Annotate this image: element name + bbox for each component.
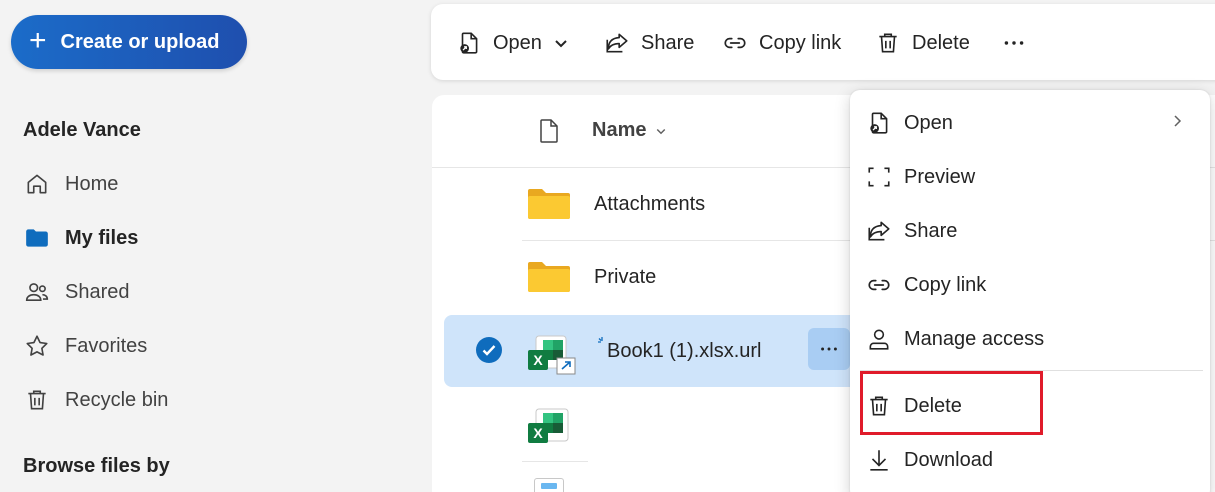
file-name[interactable]: Private [594,266,656,289]
file-name[interactable]: Book1 (1).xlsx.url [607,340,762,363]
delete-highlight-box [860,371,1043,435]
more-icon [821,347,837,351]
browse-files-by-heading: Browse files by [23,455,170,477]
nav-item-label: Recycle bin [65,388,169,411]
menu-item-label: Manage access [904,327,1045,350]
people-icon [22,277,52,307]
menu-item-manage-access[interactable]: Manage access [864,319,1204,359]
nav-item-label: Favorites [65,334,148,357]
checkmark-icon[interactable] [476,337,502,363]
toolbar-open-label: Open [493,31,542,54]
file-name[interactable]: Attachments [594,193,705,216]
user-name: Adele Vance [23,119,141,141]
create-or-upload-label: Create or upload [60,30,220,53]
folder-icon [527,188,571,220]
toolbar-delete-button[interactable]: Delete [874,22,970,64]
nav-item-home[interactable]: Home [22,164,118,204]
name-column-label: Name [592,119,647,141]
toolbar-copy-link-label: Copy link [759,31,842,54]
chevron-right-icon [1170,112,1184,135]
svg-text:X: X [533,425,543,441]
share-icon [864,216,894,246]
download-icon [864,445,894,475]
menu-item-label: Share [904,219,958,242]
menu-item-download[interactable]: Download [864,440,1204,480]
toolbar-share-label: Share [641,31,695,54]
menu-item-label: Open [904,111,953,134]
plus-icon: + [29,23,47,57]
open-icon [864,108,894,138]
folder-icon [527,261,571,293]
menu-item-copy-link[interactable]: Copy link [864,265,1204,305]
excel-shortcut-icon: X [526,334,578,376]
menu-item-label: Download [904,448,993,471]
create-or-upload-button[interactable]: + Create or upload [11,15,247,69]
menu-item-share[interactable]: Share [864,211,1204,251]
toolbar-more-button[interactable] [1000,22,1028,64]
menu-item-label: Preview [904,165,976,188]
row-more-actions-button[interactable] [808,328,850,370]
nav-item-label: Home [65,172,119,195]
share-icon [603,29,631,57]
person-icon [864,324,894,354]
chevron-down-icon [552,34,570,52]
chevron-down-icon [654,124,668,138]
toolbar-delete-label: Delete [912,31,970,54]
nav-item-my-files[interactable]: My files [22,218,138,258]
star-icon [22,331,52,361]
nav-item-label: My files [65,226,139,249]
nav-item-recycle-bin[interactable]: Recycle bin [22,380,168,420]
menu-item-preview[interactable]: Preview [864,157,1204,197]
row-divider [522,461,588,462]
trash-icon [874,29,902,57]
open-icon [455,29,483,57]
more-icon [1000,29,1028,57]
home-icon [22,169,52,199]
preview-icon [864,162,894,192]
link-icon [721,29,749,57]
nav-item-label: Shared [65,280,130,303]
trash-icon [22,385,52,415]
menu-item-label: Copy link [904,273,987,296]
nav-item-shared[interactable]: Shared [22,272,130,312]
folder-icon [22,223,52,253]
svg-text:X: X [533,352,543,368]
excel-file-icon: X [526,407,570,447]
toolbar-share-button[interactable]: Share [603,22,694,64]
file-icon [534,478,564,492]
name-column-header[interactable]: Name [592,119,668,142]
nav-item-favorites[interactable]: Favorites [22,326,147,366]
file-type-header-icon [537,118,561,144]
toolbar-open-button[interactable]: Open [455,22,570,64]
menu-item-open[interactable]: Open [864,103,1204,143]
link-icon [864,270,894,300]
toolbar-copy-link-button[interactable]: Copy link [721,22,841,64]
